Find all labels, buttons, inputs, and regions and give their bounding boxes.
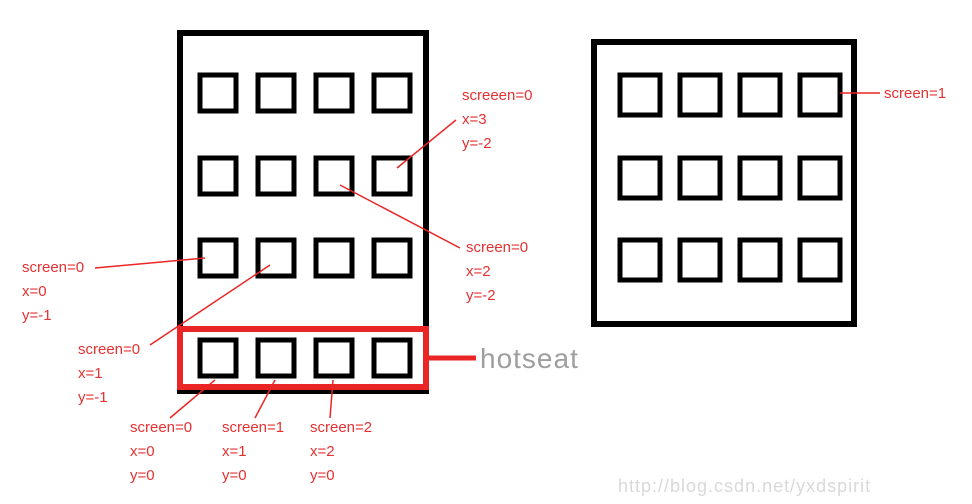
label-line: x=3 [462, 111, 487, 128]
screen1-cell [740, 75, 780, 115]
hotseat-cell [316, 340, 352, 376]
label-line: y=-1 [22, 307, 52, 324]
label-line: x=1 [222, 443, 247, 460]
label-line: y=-2 [466, 287, 496, 304]
hotseat-cell [374, 340, 410, 376]
screen1-cell [620, 158, 660, 198]
screen0-cell [316, 75, 352, 111]
hotseat-cells [200, 340, 410, 376]
screen1-row-bot [620, 240, 840, 280]
screen1-cell [800, 240, 840, 280]
label-screen0-x2-y-2: screen=0 x=2 y=-2 [466, 239, 528, 304]
label-line: y=-1 [78, 389, 108, 406]
label-line: screen=1 [222, 419, 284, 436]
label-line: screeen=0 [462, 87, 532, 104]
screen1-row-mid [620, 158, 840, 198]
label-line: y=0 [222, 467, 247, 484]
screen0-cell [200, 240, 236, 276]
label-line: x=0 [130, 443, 155, 460]
screen0-row-bot [200, 240, 410, 276]
hotseat-cell [258, 340, 294, 376]
screen0-row-mid [200, 158, 410, 194]
label-hot-col0: screen=0 x=0 y=0 [130, 419, 192, 484]
screen0-cell [374, 240, 410, 276]
label-screen0-x3-y-2: screeen=0 x=3 y=-2 [462, 87, 532, 152]
watermark: http://blog.csdn.net/yxdspirit [618, 476, 871, 496]
label-line: x=0 [22, 283, 47, 300]
screen1-cell [740, 158, 780, 198]
screen1-cell [800, 75, 840, 115]
label-screen1: screen=1 [884, 85, 946, 102]
screen1-cell [680, 240, 720, 280]
label-line: screen=0 [78, 341, 140, 358]
screen0-cell [200, 158, 236, 194]
screen0-cell [200, 75, 236, 111]
screen1-row-top [620, 75, 840, 115]
screen1-cell [680, 75, 720, 115]
screen0-cell [374, 75, 410, 111]
screen0-cell [258, 75, 294, 111]
label-screen0-x1-y-1: screen=0 x=1 y=-1 [78, 341, 140, 406]
screen0-cell [258, 158, 294, 194]
screen0-cell [316, 240, 352, 276]
screen1-cell [680, 158, 720, 198]
label-line: screen=0 [130, 419, 192, 436]
label-hot-col2: screen=2 x=2 y=0 [310, 419, 372, 484]
label-hot-col1: screen=1 x=1 y=0 [222, 419, 284, 484]
label-line: y=0 [310, 467, 335, 484]
label-line: x=1 [78, 365, 103, 382]
screen0-row-top [200, 75, 410, 111]
label-line: screen=0 [22, 259, 84, 276]
screen0-cell [374, 158, 410, 194]
label-line: screen=0 [466, 239, 528, 256]
label-screen0-x0-y-1: screen=0 x=0 y=-1 [22, 259, 84, 324]
screen1-cell [800, 158, 840, 198]
screen1-cell [620, 240, 660, 280]
screen0-cell [258, 240, 294, 276]
label-line: x=2 [310, 443, 335, 460]
label-line: screen=2 [310, 419, 372, 436]
screen1-cell [620, 75, 660, 115]
label-line: y=0 [130, 467, 155, 484]
screen1-cell [740, 240, 780, 280]
label-line: x=2 [466, 263, 491, 280]
diagram-canvas: screen=0 x=0 y=-1 screen=0 x=1 y=-1 scre… [0, 0, 972, 504]
hotseat-cell [200, 340, 236, 376]
label-line: y=-2 [462, 135, 492, 152]
screen0-frame [180, 33, 426, 391]
hotseat-label: hotseat [480, 343, 579, 374]
